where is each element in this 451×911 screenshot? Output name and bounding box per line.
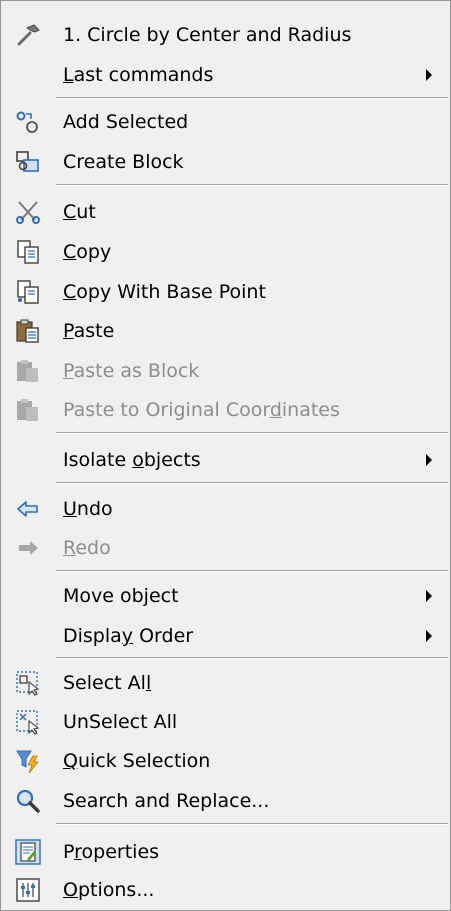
menu-item-circle[interactable]: 1. Circle by Center and Radius — [1, 17, 450, 53]
menu-item-label: Paste to Original Coordinates — [63, 399, 340, 421]
menu-item-paste[interactable]: Paste — [1, 313, 450, 349]
menu-separator — [56, 97, 448, 99]
menu-item-label: Move object — [63, 585, 179, 607]
menu-item-copy[interactable]: Copy — [1, 234, 450, 270]
create-block-icon — [15, 149, 41, 175]
hammer-icon — [15, 22, 41, 48]
submenu-arrow-icon — [426, 630, 432, 642]
menu-item-label: Select All — [63, 672, 152, 694]
magnifier-icon — [15, 788, 41, 814]
paste-original-icon — [15, 397, 41, 423]
menu-separator — [56, 823, 448, 825]
filter-icon — [15, 748, 41, 774]
menu-item-label: Properties — [63, 841, 160, 863]
properties-icon — [15, 839, 41, 865]
paste-block-icon — [15, 358, 41, 384]
menu-item-label: UnSelect All — [63, 711, 178, 733]
menu-item-label: 1. Circle by Center and Radius — [63, 24, 352, 46]
menu-item-label: Options... — [63, 879, 155, 901]
menu-item-label: Copy — [63, 241, 112, 263]
submenu-arrow-icon — [426, 454, 432, 466]
context-menu: 1. Circle by Center and Radius Last comma… — [0, 0, 451, 911]
menu-item-label: Isolate objects — [63, 449, 201, 471]
select-all-icon — [15, 670, 41, 696]
menu-item-quick-selection[interactable]: Quick Selection — [1, 743, 450, 779]
menu-item-unselect-all[interactable]: UnSelect All — [1, 704, 450, 740]
menu-item-properties[interactable]: Properties — [1, 834, 450, 870]
menu-item-paste-original: Paste to Original Coordinates — [1, 392, 450, 428]
menu-item-label: Cut — [63, 201, 96, 223]
menu-item-label: Quick Selection — [63, 750, 211, 772]
menu-separator — [56, 482, 448, 484]
menu-item-copy-base[interactable]: Copy With Base Point — [1, 274, 450, 310]
menu-separator — [56, 432, 448, 434]
menu-item-move-object[interactable]: Move object — [1, 578, 450, 614]
menu-item-create-block[interactable]: Create Block — [1, 144, 450, 180]
menu-item-select-all[interactable]: Select All — [1, 665, 450, 701]
menu-separator — [56, 184, 448, 186]
menu-separator — [56, 570, 448, 572]
submenu-arrow-icon — [426, 590, 432, 602]
menu-item-label: Redo — [63, 537, 111, 559]
add-selected-icon — [15, 109, 41, 135]
menu-item-options[interactable]: Options... — [1, 872, 450, 908]
menu-item-search-replace[interactable]: Search and Replace... — [1, 783, 450, 819]
submenu-arrow-icon — [426, 69, 432, 81]
menu-item-label: Last commands — [63, 64, 214, 86]
menu-item-paste-block: Paste as Block — [1, 353, 450, 389]
menu-item-label: Undo — [63, 498, 113, 520]
menu-item-undo[interactable]: Undo — [1, 491, 450, 527]
menu-item-cut[interactable]: Cut — [1, 194, 450, 230]
menu-item-label: Create Block — [63, 151, 184, 173]
menu-item-display-order[interactable]: Display Order — [1, 618, 450, 654]
copy-icon — [15, 239, 41, 265]
copy-base-point-icon — [15, 279, 41, 305]
menu-item-label: Paste — [63, 320, 115, 342]
options-icon — [15, 877, 41, 903]
undo-icon — [15, 496, 41, 522]
menu-item-label: Paste as Block — [63, 360, 200, 382]
unselect-all-icon — [15, 709, 41, 735]
menu-item-label: Add Selected — [63, 111, 189, 133]
menu-item-label: Search and Replace... — [63, 790, 270, 812]
menu-item-add-selected[interactable]: Add Selected — [1, 104, 450, 140]
menu-item-label: Display Order — [63, 625, 194, 647]
menu-item-isolate[interactable]: Isolate objects — [1, 442, 450, 478]
menu-item-last-commands[interactable]: Last commands — [1, 57, 450, 93]
redo-icon — [15, 535, 41, 561]
paste-icon — [15, 318, 41, 344]
scissors-icon — [15, 199, 41, 225]
menu-separator — [56, 657, 448, 659]
menu-item-redo: Redo — [1, 530, 450, 566]
menu-item-label: Copy With Base Point — [63, 281, 266, 303]
